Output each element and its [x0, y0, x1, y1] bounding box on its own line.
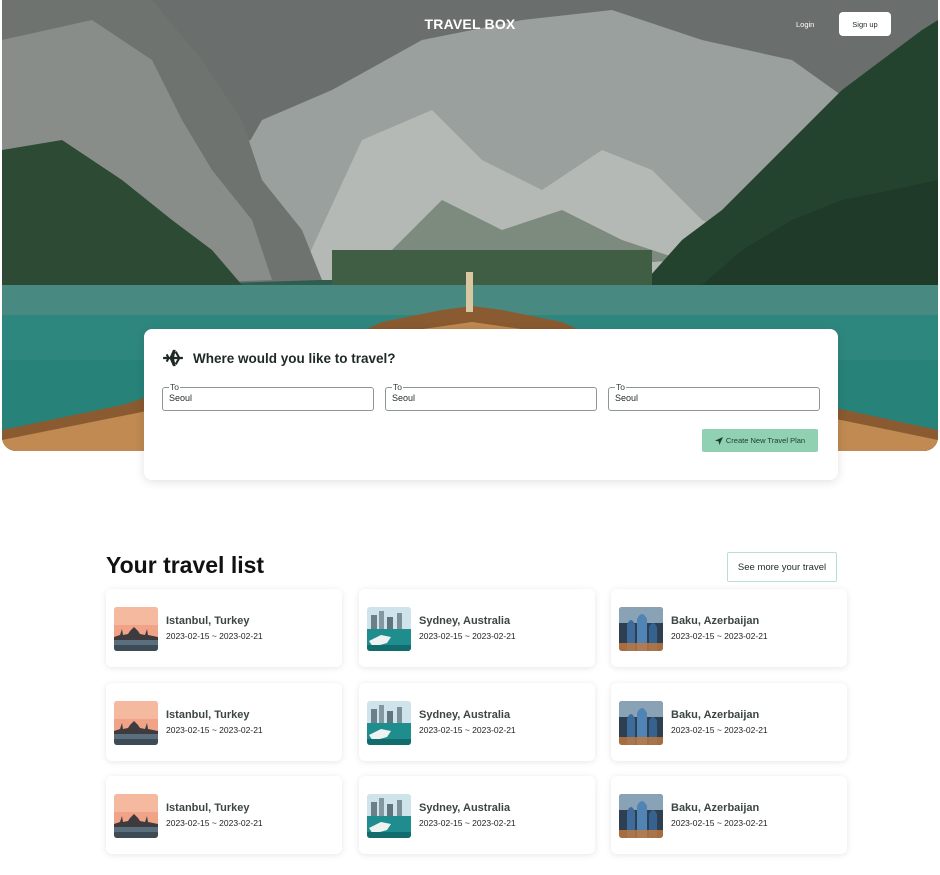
- travel-card-city: Baku, Azerbaijan: [671, 709, 760, 721]
- travel-card[interactable]: Istanbul, Turkey 2023-02-15 ~ 2023-02-21: [106, 589, 342, 667]
- travel-card-dates: 2023-02-15 ~ 2023-02-21: [166, 725, 263, 735]
- destination-field-2[interactable]: To: [385, 382, 597, 411]
- istanbul-photo: [114, 607, 158, 651]
- navigation-arrow-icon: [714, 436, 723, 445]
- airplane-icon: [162, 349, 184, 367]
- travel-card-city: Istanbul, Turkey: [166, 709, 250, 721]
- travel-card-city: Istanbul, Turkey: [166, 615, 250, 627]
- travel-card[interactable]: Baku, Azerbaijan 2023-02-15 ~ 2023-02-21: [611, 589, 847, 667]
- travel-card-city: Baku, Azerbaijan: [671, 802, 760, 814]
- field-label: To: [169, 382, 180, 392]
- travel-card[interactable]: Istanbul, Turkey 2023-02-15 ~ 2023-02-21: [106, 683, 342, 761]
- travel-planner-card: Where would you like to travel? To To To…: [144, 329, 838, 480]
- travel-card-dates: 2023-02-15 ~ 2023-02-21: [671, 631, 768, 641]
- destination-input-2[interactable]: [392, 393, 587, 403]
- travel-card-city: Baku, Azerbaijan: [671, 615, 760, 627]
- destination-field-3[interactable]: To: [608, 382, 820, 411]
- travel-card-city: Sydney, Australia: [419, 709, 511, 721]
- sydney-photo: [367, 701, 411, 745]
- sydney-photo: [367, 794, 411, 838]
- istanbul-photo: [114, 701, 158, 745]
- see-more-travel-button[interactable]: See more your travel: [727, 552, 837, 582]
- create-travel-plan-button[interactable]: Create New Travel Plan: [702, 429, 818, 452]
- travel-card[interactable]: Baku, Azerbaijan 2023-02-15 ~ 2023-02-21: [611, 683, 847, 761]
- login-link[interactable]: Login: [792, 18, 818, 31]
- signup-button[interactable]: Sign up: [839, 12, 891, 36]
- travel-card-city: Sydney, Australia: [419, 802, 511, 814]
- travel-card-city: Sydney, Australia: [419, 615, 511, 627]
- travel-card[interactable]: Sydney, Australia 2023-02-15 ~ 2023-02-21: [359, 776, 595, 854]
- travel-card-dates: 2023-02-15 ~ 2023-02-21: [166, 818, 263, 828]
- travel-card-dates: 2023-02-15 ~ 2023-02-21: [671, 725, 768, 735]
- travel-card[interactable]: Sydney, Australia 2023-02-15 ~ 2023-02-21: [359, 683, 595, 761]
- sydney-photo: [367, 607, 411, 651]
- planner-header: Where would you like to travel?: [162, 349, 396, 367]
- travel-card-dates: 2023-02-15 ~ 2023-02-21: [419, 725, 516, 735]
- travel-card[interactable]: Baku, Azerbaijan 2023-02-15 ~ 2023-02-21: [611, 776, 847, 854]
- baku-photo: [619, 607, 663, 651]
- destination-input-1[interactable]: [169, 393, 364, 403]
- baku-photo: [619, 794, 663, 838]
- field-label: To: [615, 382, 626, 392]
- field-label: To: [392, 382, 403, 392]
- baku-photo: [619, 701, 663, 745]
- travel-card-dates: 2023-02-15 ~ 2023-02-21: [671, 818, 768, 828]
- create-button-label: Create New Travel Plan: [725, 436, 806, 445]
- travel-card-dates: 2023-02-15 ~ 2023-02-21: [166, 631, 263, 641]
- istanbul-photo: [114, 794, 158, 838]
- travel-card[interactable]: Sydney, Australia 2023-02-15 ~ 2023-02-21: [359, 589, 595, 667]
- planner-title: Where would you like to travel?: [193, 350, 396, 366]
- destination-input-3[interactable]: [615, 393, 810, 403]
- destination-field-1[interactable]: To: [162, 382, 374, 411]
- travel-card-dates: 2023-02-15 ~ 2023-02-21: [419, 631, 516, 641]
- travel-list-title: Your travel list: [106, 552, 265, 578]
- travel-card-city: Istanbul, Turkey: [166, 802, 250, 814]
- travel-card-dates: 2023-02-15 ~ 2023-02-21: [419, 818, 516, 828]
- travel-card[interactable]: Istanbul, Turkey 2023-02-15 ~ 2023-02-21: [106, 776, 342, 854]
